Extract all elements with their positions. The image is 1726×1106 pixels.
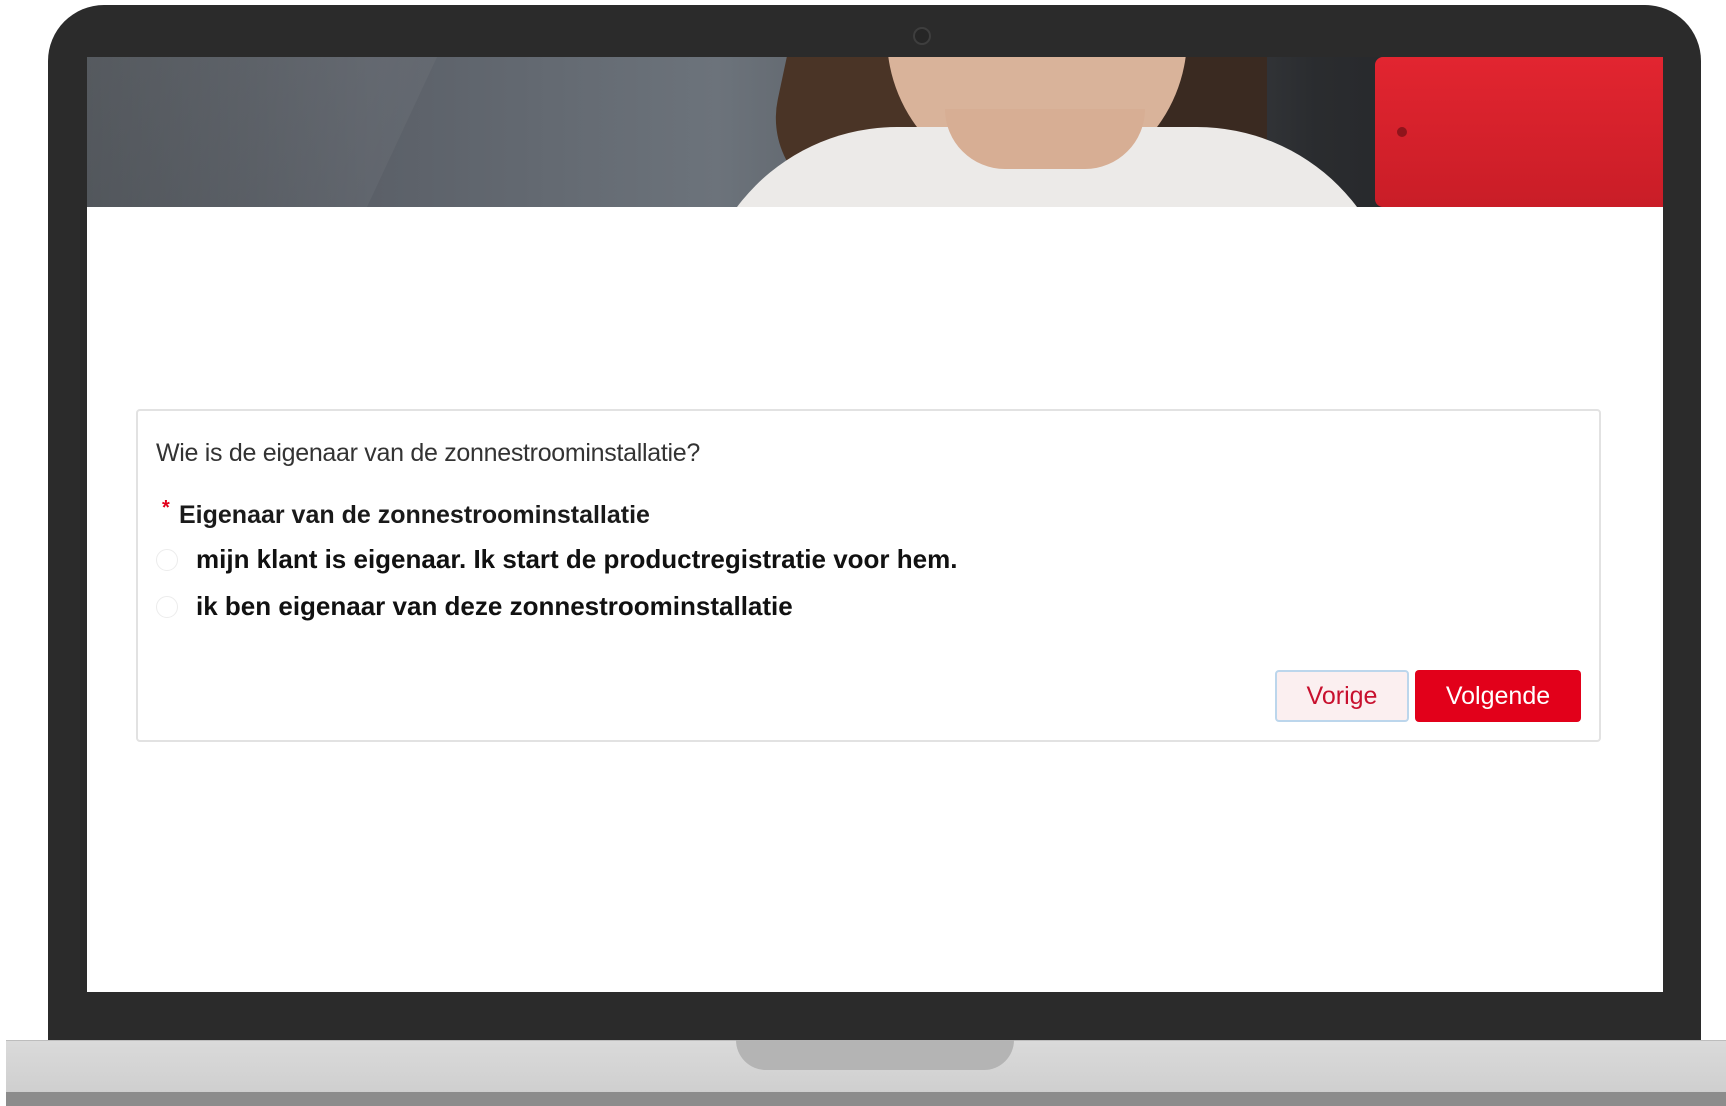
previous-button[interactable]: Vorige: [1275, 670, 1409, 722]
radio-button-client[interactable]: [156, 548, 178, 571]
owner-field-label-text: Eigenaar van de zonnestroominstallatie: [179, 501, 650, 529]
next-button[interactable]: Volgende: [1415, 670, 1581, 722]
red-device: [1375, 57, 1663, 207]
camera-icon: [913, 27, 931, 45]
owner-option-self-label[interactable]: ik ben eigenaar van deze zonnestroominst…: [196, 591, 793, 622]
form-question: Wie is de eigenaar van de zonnestroomins…: [156, 439, 700, 467]
radio-button-self[interactable]: [156, 595, 178, 618]
owner-option-client[interactable]: mijn klant is eigenaar. Ik start de prod…: [156, 544, 957, 575]
owner-option-self[interactable]: ik ben eigenaar van deze zonnestroominst…: [156, 591, 793, 622]
hero-banner-image: [87, 57, 1663, 207]
laptop-base-edge: [6, 1092, 1726, 1106]
screen: Wie is de eigenaar van de zonnestroomins…: [87, 57, 1663, 992]
required-marker: *: [162, 497, 170, 519]
laptop-mockup: Wie is de eigenaar van de zonnestroomins…: [0, 0, 1726, 1106]
owner-option-client-label[interactable]: mijn klant is eigenaar. Ik start de prod…: [196, 544, 957, 575]
owner-field-label: * Eigenaar van de zonnestroominstallatie: [162, 497, 650, 530]
owner-form-card: Wie is de eigenaar van de zonnestroomins…: [136, 409, 1601, 742]
laptop-notch: [736, 1040, 1014, 1070]
